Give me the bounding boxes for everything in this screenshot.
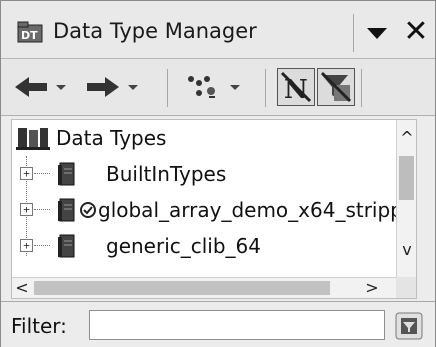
archive-icon — [58, 198, 75, 222]
scroll-right-icon[interactable]: > — [362, 278, 382, 297]
close-icon: ✕ — [403, 14, 429, 49]
action-dropdown-icon[interactable] — [227, 69, 243, 105]
archive-icon — [58, 234, 75, 258]
toolbar: N — [1, 59, 435, 116]
svg-text:DT: DT — [21, 29, 38, 42]
forward-dropdown-icon[interactable] — [125, 69, 141, 105]
filter-row: Filter: — [1, 301, 435, 347]
cluster-dots-icon[interactable] — [185, 69, 221, 105]
expand-icon[interactable]: + — [20, 239, 33, 252]
back-dropdown-icon[interactable] — [53, 69, 69, 105]
title-separator — [353, 14, 354, 52]
filter-toggle-icon — [320, 71, 352, 103]
toolbar-separator — [265, 69, 266, 107]
tree-root-label: Data Types — [56, 126, 167, 150]
vertical-scroll-thumb[interactable] — [399, 156, 414, 200]
expand-icon[interactable]: + — [20, 203, 33, 216]
tree-item-builtintypes[interactable]: + BuiltInTypes — [12, 158, 396, 192]
scroll-left-icon[interactable]: < — [12, 278, 32, 297]
filter-label: Filter: — [11, 314, 67, 338]
data-type-manager-panel: DT Data Type Manager ✕ N Data Types + Bu… — [0, 0, 436, 347]
tree-item-label: global_array_demo_x64_stripp — [98, 198, 403, 222]
data-type-manager-icon: DT — [17, 21, 43, 43]
back-arrow-icon[interactable] — [13, 69, 49, 105]
tree-item-global-array-demo[interactable]: + global_array_demo_x64_stripp — [12, 194, 403, 228]
toolbar-separator — [361, 69, 362, 107]
check-badge-icon — [80, 202, 96, 218]
scroll-up-icon[interactable]: ^ — [397, 128, 416, 147]
tree-item-generic-clib-64[interactable]: + generic_clib_64 — [12, 230, 396, 264]
no-sync-toggle-button[interactable]: N — [277, 68, 315, 106]
filter-options-icon[interactable] — [393, 310, 425, 342]
tree-connector — [34, 209, 50, 210]
horizontal-scroll-thumb[interactable] — [34, 281, 330, 295]
archive-icon — [58, 162, 75, 186]
scrollbar-corner — [396, 277, 416, 298]
close-button[interactable]: ✕ — [399, 15, 433, 49]
vertical-scrollbar[interactable]: ^ v — [396, 120, 416, 277]
forward-arrow-icon[interactable] — [85, 69, 121, 105]
tree-connector — [34, 245, 50, 246]
tree-item-label: BuiltInTypes — [106, 162, 227, 186]
window-title: Data Type Manager — [53, 19, 257, 43]
tree-root-row[interactable]: Data Types — [12, 122, 396, 156]
data-types-tree[interactable]: Data Types + BuiltInTypes + global_array… — [11, 119, 417, 299]
tree-connector — [34, 173, 50, 174]
horizontal-scrollbar[interactable]: < > — [12, 277, 396, 298]
view-menu-chevron-icon[interactable] — [362, 17, 392, 47]
scroll-down-icon[interactable]: v — [397, 240, 416, 259]
title-bar: DT Data Type Manager ✕ — [1, 1, 435, 59]
filter-toggle-button[interactable] — [317, 68, 355, 106]
filter-input[interactable] — [89, 310, 385, 340]
expand-icon[interactable]: + — [20, 167, 33, 180]
tree-item-label: generic_clib_64 — [106, 234, 262, 258]
toolbar-separator — [167, 69, 168, 107]
books-icon — [16, 128, 50, 150]
no-sync-toggle-icon: N — [280, 71, 312, 105]
